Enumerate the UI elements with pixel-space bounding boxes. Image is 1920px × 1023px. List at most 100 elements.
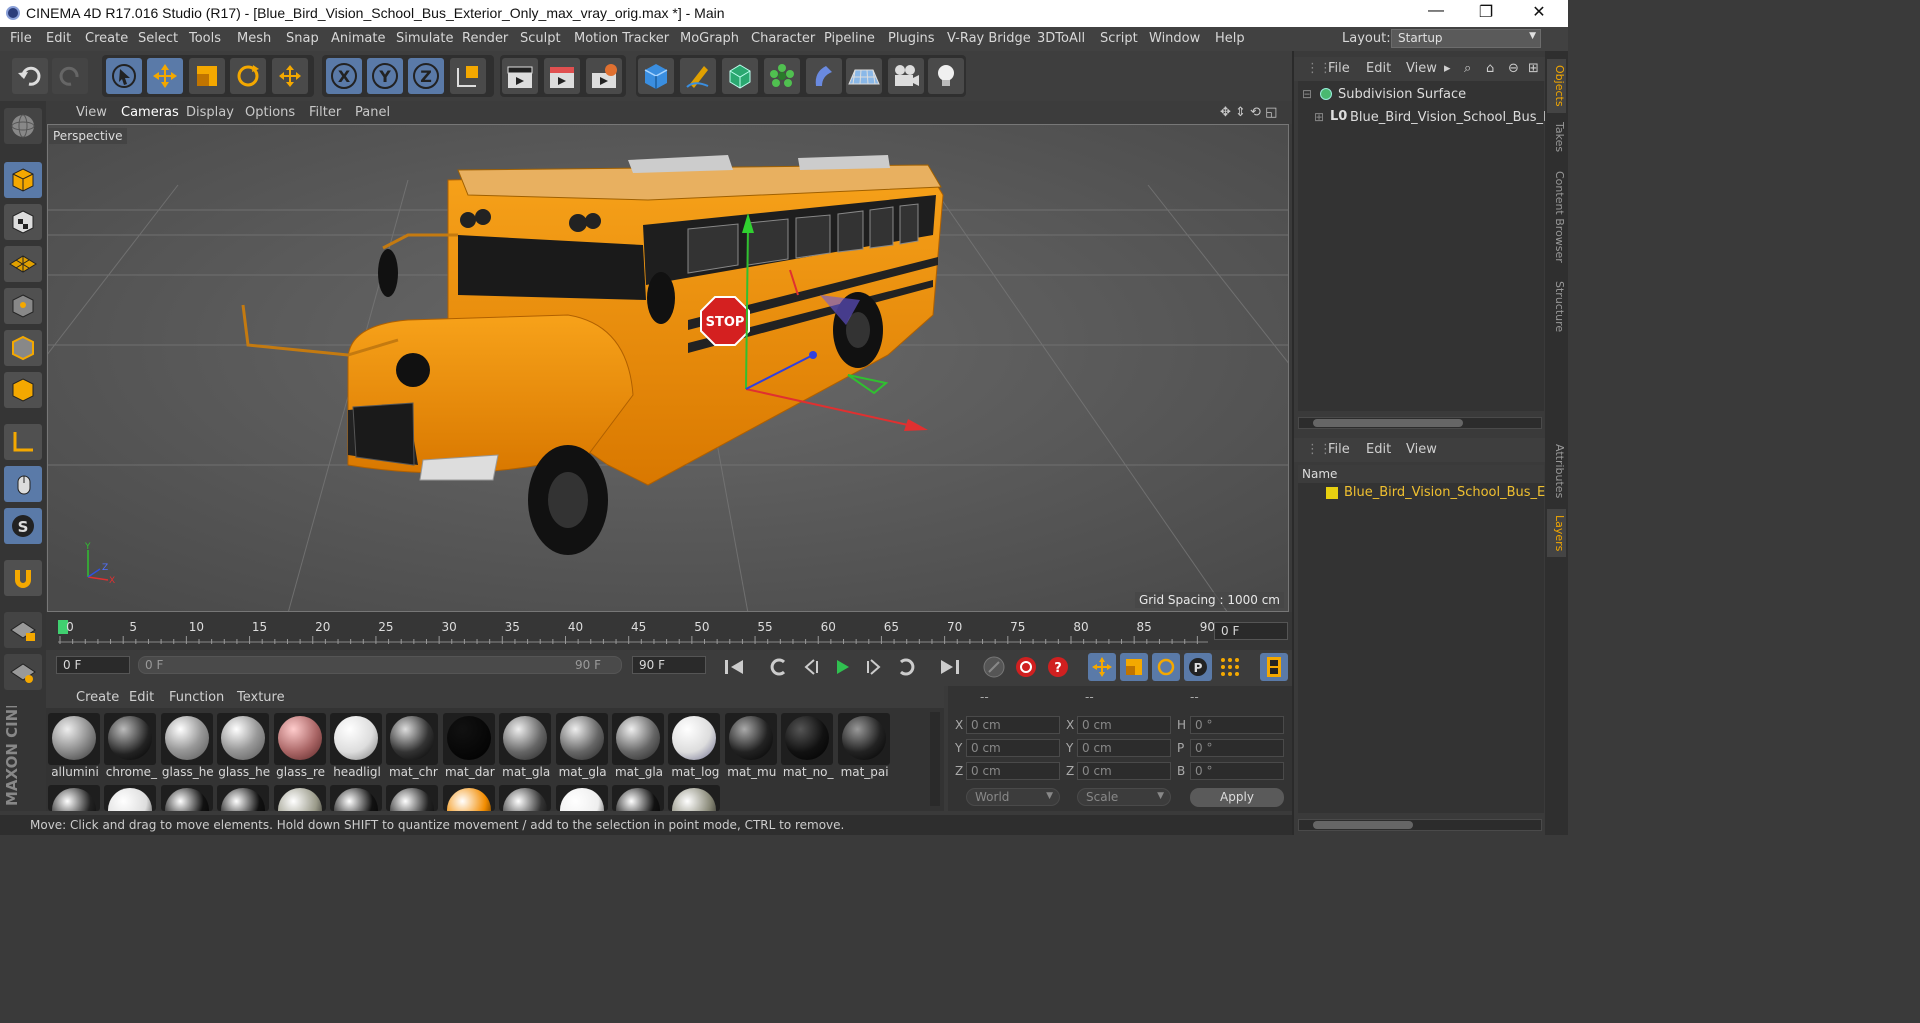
add-deformer-button[interactable]: [806, 58, 842, 94]
solo-button[interactable]: S: [4, 508, 42, 544]
menu-animate[interactable]: Animate: [331, 31, 385, 46]
minimize-button[interactable]: —: [1424, 2, 1448, 20]
expand-icon[interactable]: ⊞: [1314, 110, 1324, 124]
menu-edit[interactable]: Edit: [46, 31, 71, 46]
menu-render[interactable]: Render: [462, 31, 508, 46]
menu-create[interactable]: Create: [85, 31, 128, 46]
previous-key-button[interactable]: [765, 653, 793, 681]
tree-item-subdivision-surface[interactable]: Subdivision Surface: [1338, 87, 1466, 102]
viewport-menu-options[interactable]: Options: [245, 105, 295, 120]
rot-p-field[interactable]: 0 °: [1190, 739, 1284, 757]
menu-script[interactable]: Script: [1100, 31, 1138, 46]
material-swatch[interactable]: glass_re: [273, 713, 326, 779]
tab-content-browser[interactable]: Content Browser: [1547, 161, 1566, 273]
material-swatch[interactable]: [499, 785, 552, 811]
next-key-button[interactable]: [892, 653, 920, 681]
material-swatch[interactable]: mat_dar: [442, 713, 495, 779]
menu-snap[interactable]: Snap: [286, 31, 319, 46]
material-menu-function[interactable]: Function: [169, 690, 224, 705]
material-swatch[interactable]: mat_pai: [837, 713, 890, 779]
menu-pipeline[interactable]: Pipeline: [824, 31, 875, 46]
material-scrollbar[interactable]: [930, 712, 940, 806]
lock-workplane-button[interactable]: [4, 612, 42, 648]
pos-z-field[interactable]: 0 cm: [966, 762, 1060, 780]
viewport-menu-filter[interactable]: Filter: [309, 105, 341, 120]
axis-mode-button[interactable]: [4, 424, 42, 460]
make-editable-button[interactable]: [4, 108, 42, 144]
timeline[interactable]: 0 5 10 15 20 25 30 35 40 45 50 55 60 65 70 75 80 85 90: [46, 612, 1292, 650]
layers-menu-file[interactable]: File: [1328, 442, 1350, 457]
add-camera-button[interactable]: [888, 58, 924, 94]
add-spline-pen-button[interactable]: [680, 58, 716, 94]
tab-objects[interactable]: Objects: [1547, 59, 1566, 113]
end-frame-field[interactable]: 90 F: [632, 656, 706, 674]
material-menu-texture[interactable]: Texture: [237, 690, 285, 705]
material-swatch[interactable]: [612, 785, 664, 811]
size-y-field[interactable]: 0 cm: [1077, 739, 1171, 757]
record-parameter-button[interactable]: P: [1184, 653, 1212, 681]
polygons-mode-button[interactable]: [4, 372, 42, 408]
menu-window[interactable]: Window: [1149, 31, 1200, 46]
render-view-button[interactable]: [502, 58, 538, 94]
tab-layers[interactable]: Layers: [1547, 509, 1566, 557]
layers-scrollbar[interactable]: [1298, 819, 1542, 831]
undo-button[interactable]: [12, 58, 48, 94]
timeline-window-button[interactable]: [1260, 653, 1288, 681]
viewport-menu-panel[interactable]: Panel: [355, 105, 390, 120]
menu-3dtoall[interactable]: 3DToAll: [1037, 31, 1085, 46]
tab-structure[interactable]: Structure: [1547, 277, 1566, 337]
objects-menu-edit[interactable]: Edit: [1366, 61, 1391, 76]
material-swatch[interactable]: [273, 785, 326, 811]
points-mode-button[interactable]: [4, 288, 42, 324]
material-menu-edit[interactable]: Edit: [129, 690, 154, 705]
live-selection-button[interactable]: [106, 58, 142, 94]
material-swatch[interactable]: [48, 785, 100, 811]
menu-motion-tracker[interactable]: Motion Tracker: [574, 31, 669, 46]
viewport-menu-view[interactable]: View: [76, 105, 107, 120]
menu-plugins[interactable]: Plugins: [888, 31, 935, 46]
previous-frame-button[interactable]: [797, 653, 825, 681]
render-settings-button[interactable]: [586, 58, 622, 94]
add-light-button[interactable]: [928, 58, 964, 94]
scale-tool-button[interactable]: [189, 58, 225, 94]
frame-range-slider[interactable]: 0 F 90 F: [138, 656, 622, 674]
search-icon[interactable]: ⌕: [1464, 61, 1471, 76]
restore-button[interactable]: ❐: [1474, 2, 1498, 22]
current-frame-field[interactable]: 0 F: [1214, 622, 1288, 640]
material-swatch[interactable]: [386, 785, 439, 811]
go-to-start-button[interactable]: [720, 653, 748, 681]
viewport-menu-display[interactable]: Display: [186, 105, 234, 120]
transform-tool-button[interactable]: [272, 58, 308, 94]
autokey-button[interactable]: [1012, 653, 1040, 681]
snap-button[interactable]: [4, 560, 42, 596]
menu-tools[interactable]: Tools: [189, 31, 221, 46]
record-point-level-button[interactable]: [1216, 653, 1244, 681]
keyframe-selection-button[interactable]: ?: [1044, 653, 1072, 681]
redo-button[interactable]: [52, 58, 88, 94]
layout-select[interactable]: Startup ▼: [1391, 29, 1541, 48]
planar-workplane-button[interactable]: [4, 654, 42, 690]
rotate-tool-button[interactable]: [230, 58, 266, 94]
objects-menu-file[interactable]: File: [1328, 61, 1350, 76]
rot-b-field[interactable]: 0 °: [1190, 762, 1284, 780]
tweak-mode-button[interactable]: [4, 466, 42, 502]
viewport-menu-cameras[interactable]: Cameras: [121, 105, 179, 120]
material-swatch[interactable]: mat_no_: [781, 713, 834, 779]
go-to-end-button[interactable]: [936, 653, 964, 681]
more-arrow-icon[interactable]: ▸: [1444, 61, 1451, 76]
add-subdivision-button[interactable]: [722, 58, 758, 94]
add-cube-button[interactable]: [638, 58, 674, 94]
material-swatch[interactable]: chrome_: [104, 713, 157, 779]
x-axis-lock-button[interactable]: X: [326, 58, 362, 94]
material-swatch[interactable]: mat_gla: [612, 713, 664, 779]
material-swatch[interactable]: mat_gla: [499, 713, 552, 779]
record-scale-button[interactable]: [1120, 653, 1148, 681]
rot-h-field[interactable]: 0 °: [1190, 716, 1284, 734]
menu-help[interactable]: Help: [1215, 31, 1245, 46]
y-axis-lock-button[interactable]: Y: [367, 58, 403, 94]
viewport-navigation-icons[interactable]: ✥ ⇕ ⟲ ◱: [1220, 105, 1277, 120]
tab-attributes[interactable]: Attributes: [1547, 439, 1566, 503]
play-button[interactable]: [828, 653, 856, 681]
layers-menu-view[interactable]: View: [1406, 442, 1437, 457]
coordinate-system-button[interactable]: [450, 58, 486, 94]
